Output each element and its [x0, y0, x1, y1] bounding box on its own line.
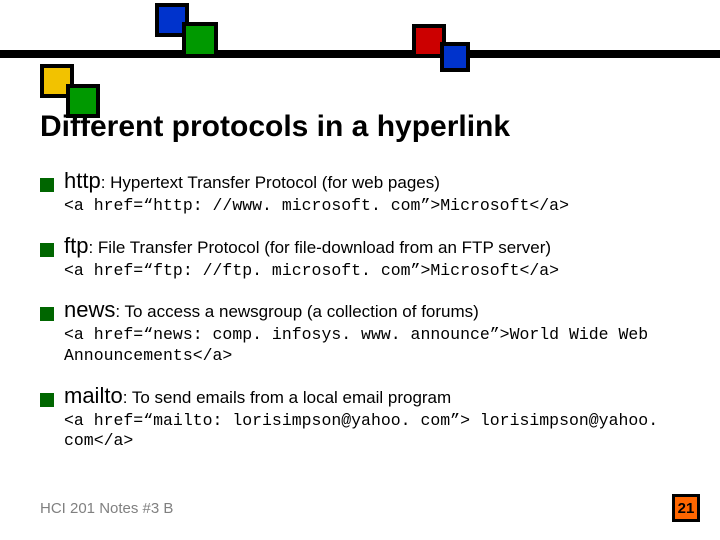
code-example: <a href=“mailto: lorisimpson@yahoo. com”…: [64, 411, 680, 452]
footer-text: HCI 201 Notes #3 B: [40, 500, 173, 517]
protocol-desc: : To access a newsgroup (a collection of…: [115, 302, 478, 322]
item-heading: ftp : File Transfer Protocol (for file-d…: [40, 233, 680, 259]
protocol-term: news: [64, 297, 115, 323]
protocol-desc: : File Transfer Protocol (for file-downl…: [88, 238, 551, 258]
item-heading: news : To access a newsgroup (a collecti…: [40, 297, 680, 323]
list-item: http : Hypertext Transfer Protocol (for …: [40, 168, 680, 217]
slide-footer: HCI 201 Notes #3 B 21: [40, 494, 700, 522]
code-example: <a href=“ftp: //ftp. microsoft. com”>Mic…: [64, 261, 680, 282]
protocol-desc: : Hypertext Transfer Protocol (for web p…: [101, 173, 440, 193]
horizontal-bar: [0, 50, 720, 58]
list-item: news : To access a newsgroup (a collecti…: [40, 297, 680, 366]
list-item: ftp : File Transfer Protocol (for file-d…: [40, 233, 680, 282]
slide-title: Different protocols in a hyperlink: [40, 110, 680, 144]
protocol-term: ftp: [64, 233, 88, 259]
square-green-2: [182, 22, 218, 58]
bullet-icon: [40, 178, 54, 192]
item-heading: http : Hypertext Transfer Protocol (for …: [40, 168, 680, 194]
bullet-icon: [40, 393, 54, 407]
bullet-icon: [40, 307, 54, 321]
bullet-icon: [40, 243, 54, 257]
protocol-term: http: [64, 168, 101, 194]
protocol-term: mailto: [64, 383, 123, 409]
page-number-value: 21: [678, 500, 695, 517]
page-number: 21: [672, 494, 700, 522]
list-item: mailto : To send emails from a local ema…: [40, 383, 680, 452]
item-heading: mailto : To send emails from a local ema…: [40, 383, 680, 409]
square-blue-2: [440, 42, 470, 72]
protocol-desc: : To send emails from a local email prog…: [123, 388, 452, 408]
header-decoration: [0, 0, 720, 80]
code-example: <a href=“news: comp. infosys. www. annou…: [64, 325, 680, 366]
slide-content: Different protocols in a hyperlink http …: [40, 110, 680, 468]
code-example: <a href=“http: //www. microsoft. com”>Mi…: [64, 196, 680, 217]
